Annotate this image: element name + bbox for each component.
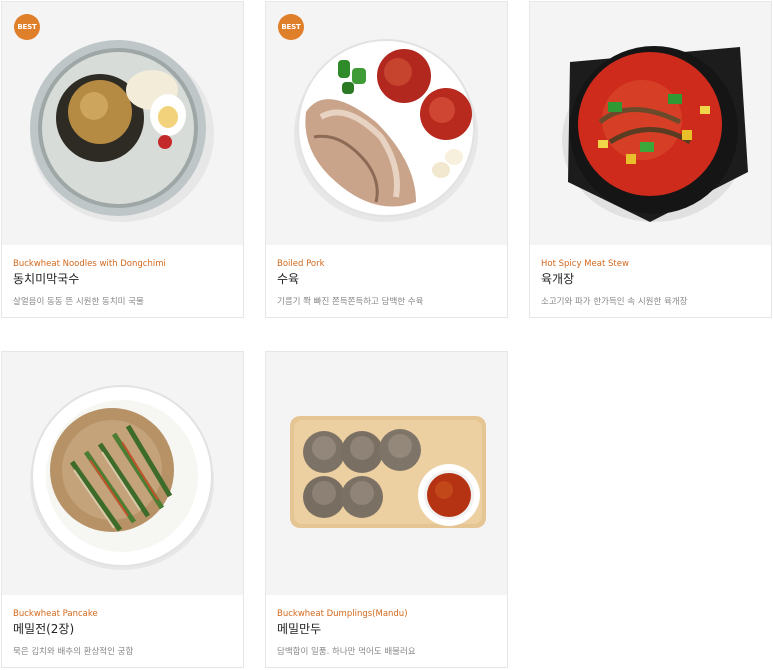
item-name-ko: 메밀전(2장) [13,622,75,636]
menu-card-boiled-pork[interactable]: BEST Boiled Pork 수육 기름기 쫙 빠진 쫀득쫀득하고 담백한 … [265,1,508,318]
best-badge: BEST [278,14,304,40]
item-name-ko: 수육 [277,272,300,286]
menu-card-dumplings[interactable]: Buckwheat Dumplings(Mandu) 메밀만두 담백함이 일품.… [265,351,508,668]
item-name-en: Buckwheat Pancake [13,609,98,619]
menu-card-noodles[interactable]: BEST Buckwheat Noodles with Dongchimi 동치… [1,1,244,318]
menu-card-spicy-stew[interactable]: Hot Spicy Meat Stew 육개장 소고기와 파가 한가득인 속 시… [529,1,772,318]
pancake-photo[interactable] [2,352,243,595]
menu-card-pancake[interactable]: Buckwheat Pancake 메밀전(2장) 묵은 김치와 배추의 환상적… [1,351,244,668]
item-name-ko: 메밀만두 [277,622,322,636]
item-description: 담백함이 일품. 하나만 먹어도 배불러요 [277,647,416,657]
item-description: 소고기와 파가 한가득인 속 시원한 육개장 [541,297,688,307]
item-name-en: Boiled Pork [277,259,325,269]
item-name-ko: 동치미막국수 [13,272,80,286]
item-description: 기름기 쫙 빠진 쫀득쫀득하고 담백한 수육 [277,297,424,307]
item-name-en: Buckwheat Noodles with Dongchimi [13,259,166,269]
noodles-photo[interactable] [2,2,243,245]
dumplings-photo[interactable] [266,352,507,595]
item-name-en: Hot Spicy Meat Stew [541,259,629,269]
item-name-ko: 육개장 [541,272,575,286]
item-description: 살얼음이 동동 뜬 시원한 동치미 국물 [13,297,144,307]
item-description: 묵은 김치와 배추의 환상적인 궁합 [13,647,134,657]
best-badge: BEST [14,14,40,40]
item-name-en: Buckwheat Dumplings(Mandu) [277,609,408,619]
boiled-pork-photo[interactable] [266,2,507,245]
spicy-stew-photo[interactable] [530,2,771,245]
